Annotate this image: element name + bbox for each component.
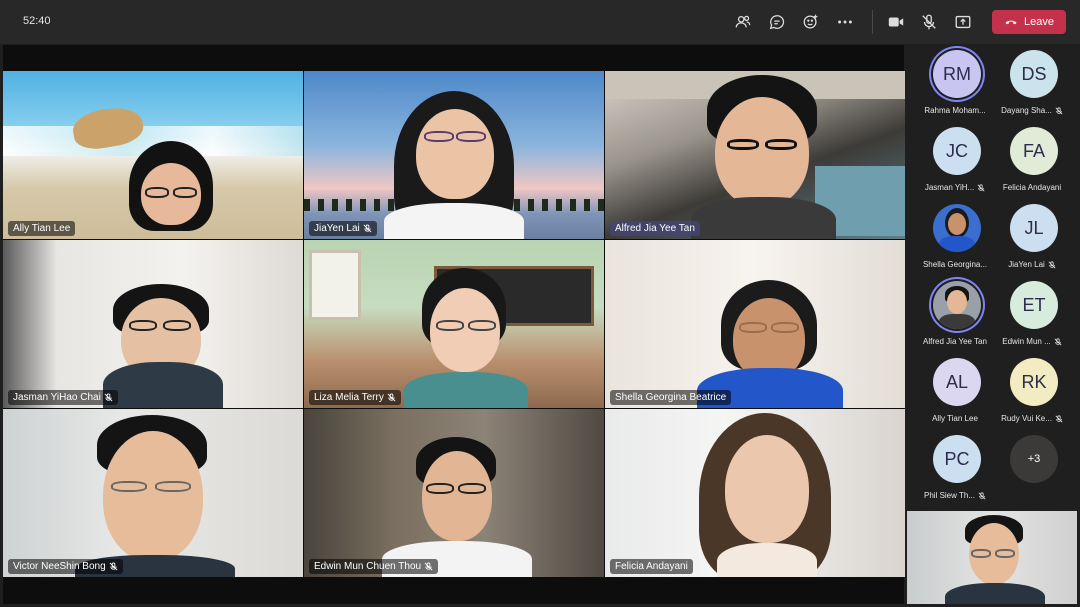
avatar: FA (1010, 127, 1058, 175)
participant-name: Ally Tian Lee (932, 414, 978, 423)
hang-up-icon (1005, 20, 1017, 25)
participant-name-label: Liza Melia Terry (309, 390, 401, 405)
participant-avatar-tile[interactable]: JL JiaYen Lai (989, 202, 1075, 279)
chat-icon[interactable] (766, 11, 788, 33)
video-tile[interactable]: Ally Tian Lee (3, 71, 303, 239)
video-tile[interactable]: JiaYen Lai (304, 71, 604, 239)
avatar: AL (933, 358, 981, 406)
participant-name: JiaYen Lai (989, 260, 1075, 269)
mic-muted-icon (1055, 106, 1063, 114)
mic-muted-icon (387, 393, 396, 402)
participant-name: Rudy Vui Ke... (989, 414, 1075, 423)
participant-name: Shella Georgina... (922, 260, 988, 269)
avatar: PC (933, 435, 981, 483)
mic-muted-icon (109, 562, 118, 571)
participant-avatar-tile[interactable]: FA Felicia Andayani (989, 125, 1075, 202)
video-tile[interactable]: Victor NeeShin Bong (3, 409, 303, 577)
avatar: ET (1010, 281, 1058, 329)
participant-name: Rahma Moham... (924, 106, 986, 115)
video-grid: Ally Tian Lee JiaYen Lai Alfred Jia Yee … (3, 45, 905, 604)
participant-gallery: RM Rahma Moham... DS Dayang Sha... JC Ja… (907, 45, 1080, 507)
avatar-photo (933, 281, 981, 329)
reactions-icon[interactable] (800, 11, 822, 33)
participant-name: Phil Siew Th... (912, 491, 998, 500)
avatar: RK (1010, 358, 1058, 406)
mic-muted-icon (1054, 337, 1062, 345)
participant-name-label: Jasman YiHao Chai (8, 390, 118, 405)
video-tile[interactable]: Felicia Andayani (605, 409, 905, 577)
video-tile[interactable]: Alfred Jia Yee Tan (605, 71, 905, 239)
mic-muted-icon (424, 562, 433, 571)
avatar: RM (933, 50, 981, 98)
avatar: JL (1010, 204, 1058, 252)
participant-name: Dayang Sha... (989, 106, 1075, 115)
participant-name: Edwin Mun ... (989, 337, 1075, 346)
mic-muted-icon (978, 491, 986, 499)
participant-name-label: Shella Georgina Beatrice (610, 390, 732, 405)
mic-muted-icon (1048, 260, 1056, 268)
participant-avatar-tile[interactable]: JC Jasman YiH... (912, 125, 998, 202)
mic-muted-icon (104, 393, 113, 402)
avatar: JC (933, 127, 981, 175)
participant-avatar-tile[interactable]: DS Dayang Sha... (989, 48, 1075, 125)
people-icon[interactable] (732, 11, 754, 33)
more-participants-button[interactable]: +3 (989, 433, 1075, 510)
participant-avatar-tile[interactable]: ET Edwin Mun ... (989, 279, 1075, 356)
video-tile[interactable]: Shella Georgina Beatrice (605, 240, 905, 408)
mic-muted-icon (1055, 414, 1063, 422)
participant-name-label: Victor NeeShin Bong (8, 559, 123, 574)
avatar-photo (933, 204, 981, 252)
leave-button[interactable]: Leave (992, 10, 1066, 34)
leave-label: Leave (1024, 16, 1054, 28)
meeting-timer: 52:40 (23, 15, 51, 27)
camera-icon[interactable] (885, 11, 907, 33)
video-tile[interactable]: Jasman YiHao Chai (3, 240, 303, 408)
participant-name-label: Edwin Mun Chuen Thou (309, 559, 439, 574)
overflow-count-badge: +3 (1010, 435, 1058, 483)
mic-muted-icon (977, 183, 985, 191)
participant-avatar-tile[interactable]: RM Rahma Moham... (912, 48, 998, 125)
avatar: DS (1010, 50, 1058, 98)
share-icon[interactable] (952, 11, 974, 33)
participant-name: Jasman YiH... (912, 183, 998, 192)
participant-avatar-tile[interactable]: PC Phil Siew Th... (912, 433, 998, 510)
participant-avatar-tile[interactable]: AL Ally Tian Lee (912, 356, 998, 433)
more-icon[interactable] (834, 11, 856, 33)
self-view-video[interactable] (907, 511, 1077, 604)
participant-avatar-tile[interactable]: Shella Georgina... (912, 202, 998, 279)
mic-muted-icon[interactable] (918, 11, 940, 33)
participant-name: Alfred Jia Yee Tan (923, 337, 987, 346)
video-tile[interactable]: Liza Melia Terry (304, 240, 604, 408)
toolbar-divider (872, 10, 873, 34)
participant-name-label: Alfred Jia Yee Tan (610, 221, 700, 236)
participant-name-label: JiaYen Lai (309, 221, 377, 236)
participant-name-label: Ally Tian Lee (8, 221, 76, 236)
participant-name: Felicia Andayani (1002, 183, 1062, 192)
mic-muted-icon (363, 224, 372, 233)
meeting-toolbar: 52:40 Leave (0, 0, 1080, 44)
participant-avatar-tile[interactable]: Alfred Jia Yee Tan (912, 279, 998, 356)
participant-name-label: Felicia Andayani (610, 559, 693, 574)
video-tile[interactable]: Edwin Mun Chuen Thou (304, 409, 604, 577)
participant-avatar-tile[interactable]: RK Rudy Vui Ke... (989, 356, 1075, 433)
